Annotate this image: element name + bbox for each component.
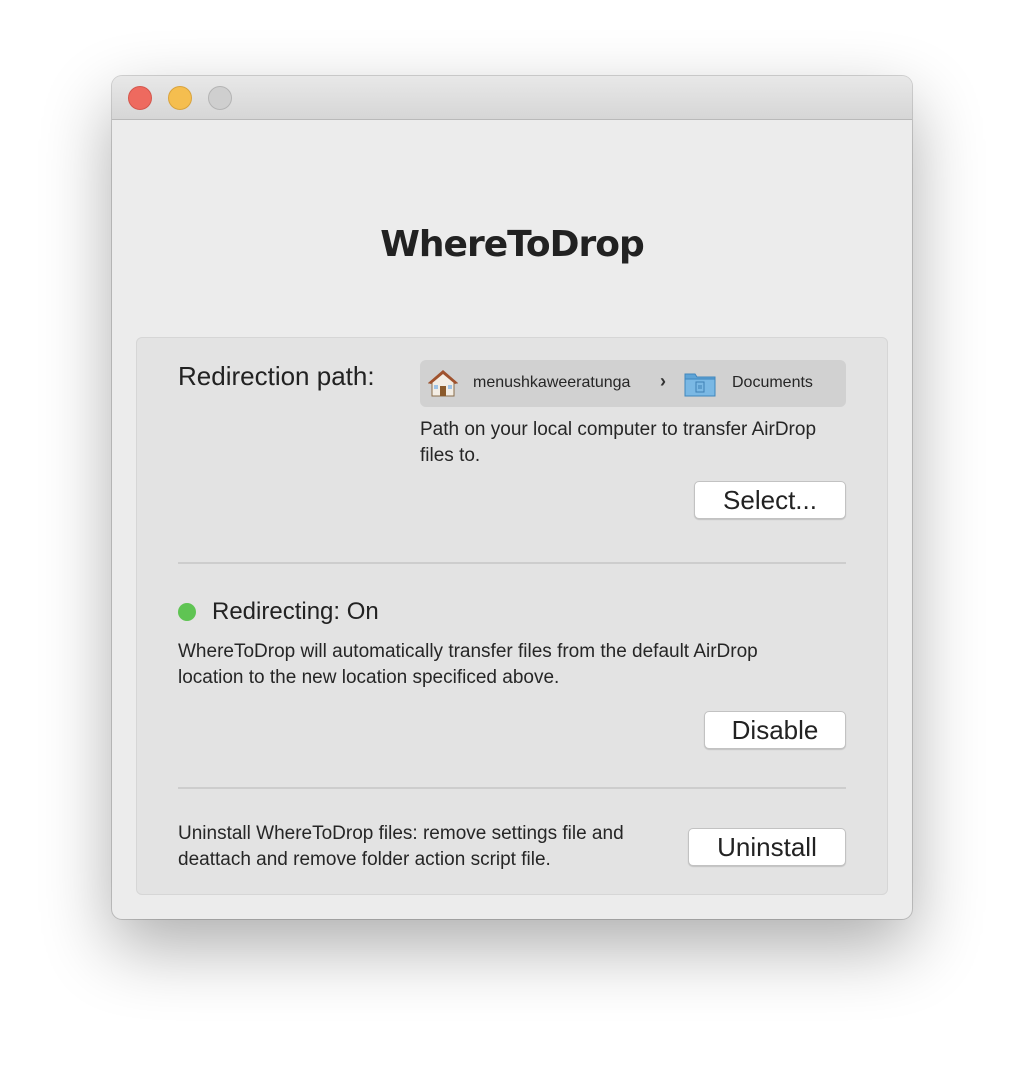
redirection-path-label: Redirection path:: [178, 361, 375, 391]
folder-icon: [684, 373, 716, 397]
redirecting-description: WhereToDrop will automatically transfer …: [178, 641, 758, 688]
redirection-path-control[interactable]: menushkaweeratunga › Documents: [420, 360, 846, 407]
path-home-segment: menushkaweeratunga: [473, 374, 631, 391]
settings-panel: Redirection path: menushkaweeratunga › D…: [136, 337, 888, 895]
zoom-window-button[interactable]: [208, 86, 232, 110]
close-window-button[interactable]: [128, 86, 152, 110]
uninstall-button[interactable]: Uninstall: [688, 828, 846, 866]
section-divider: [178, 562, 846, 564]
redirecting-status-label: Redirecting: On: [212, 598, 379, 625]
chevron-right-icon: ›: [660, 371, 666, 391]
select-button[interactable]: Select...: [694, 481, 846, 519]
redirection-path-description: Path on your local computer to transfer …: [420, 419, 817, 466]
app-window: WhereToDrop Redirection path: menushkawe…: [112, 76, 912, 919]
title-bar[interactable]: [112, 76, 912, 120]
status-indicator-dot: [178, 603, 196, 621]
section-divider: [178, 787, 846, 789]
uninstall-description: Uninstall WhereToDrop files: remove sett…: [178, 823, 624, 870]
app-title: WhereToDrop: [380, 224, 645, 265]
minimize-window-button[interactable]: [168, 86, 192, 110]
disable-button[interactable]: Disable: [704, 711, 846, 749]
path-folder-segment: Documents: [732, 374, 813, 391]
home-icon: [428, 370, 458, 397]
